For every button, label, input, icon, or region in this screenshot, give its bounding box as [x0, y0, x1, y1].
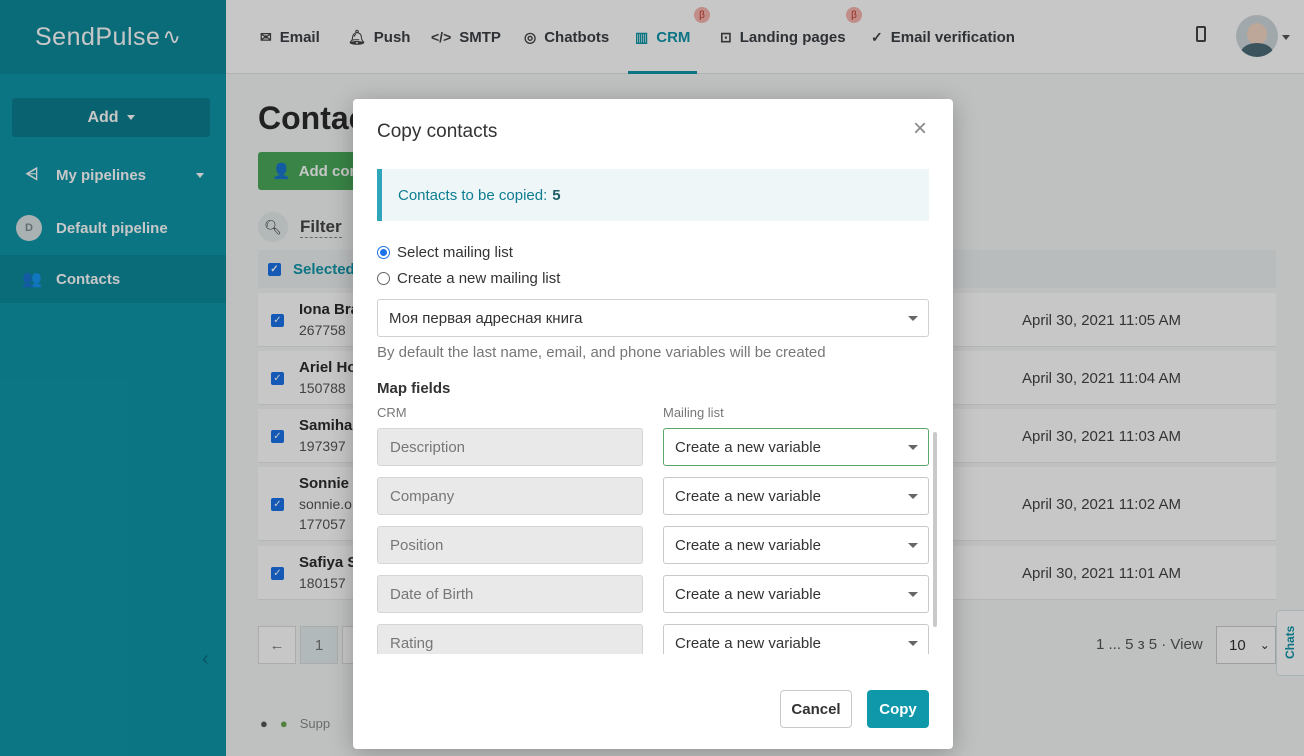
crm-field-company: Company: [377, 477, 643, 515]
contacts-count-value: 5: [552, 186, 561, 204]
mailing-list-value: Моя первая адресная книга: [389, 309, 583, 327]
mapping-value: Create a new variable: [675, 438, 821, 456]
radio-select-mailing-list[interactable]: Select mailing list: [377, 244, 513, 261]
crm-field-rating: Rating: [377, 624, 643, 654]
chevron-down-icon: [908, 543, 918, 548]
map-fields-title: Map fields: [377, 380, 451, 397]
chevron-down-icon: [908, 592, 918, 597]
mapping-value: Create a new variable: [675, 536, 821, 554]
modal-title: Copy contacts: [377, 121, 498, 142]
chevron-down-icon: [908, 641, 918, 646]
default-variables-hint: By default the last name, email, and pho…: [377, 344, 826, 361]
mapping-select-rating[interactable]: Create a new variable: [663, 624, 929, 654]
crm-column-label: CRM: [377, 405, 407, 420]
mailing-list-select[interactable]: Моя первая адресная книга: [377, 299, 929, 337]
radio-label: Create a new mailing list: [397, 270, 561, 287]
crm-field-date-of-birth: Date of Birth: [377, 575, 643, 613]
mapping-scrollbar[interactable]: [933, 432, 937, 627]
radio-create-mailing-list[interactable]: Create a new mailing list: [377, 270, 560, 287]
chevron-down-icon: [908, 445, 918, 450]
radio-button[interactable]: [377, 272, 390, 285]
mapping-select-description[interactable]: Create a new variable: [663, 428, 929, 466]
mapping-select-company[interactable]: Create a new variable: [663, 477, 929, 515]
mailing-list-column-label: Mailing list: [663, 405, 724, 420]
mapping-select-date-of-birth[interactable]: Create a new variable: [663, 575, 929, 613]
chevron-down-icon: [908, 494, 918, 499]
mapping-value: Create a new variable: [675, 634, 821, 652]
copy-contacts-modal: Copy contacts × Contacts to be copied: 5…: [353, 99, 953, 749]
close-icon[interactable]: ×: [913, 117, 927, 141]
chevron-down-icon: [908, 316, 918, 321]
radio-label: Select mailing list: [397, 244, 513, 261]
cancel-button[interactable]: Cancel: [780, 690, 852, 728]
crm-field-description: Description: [377, 428, 643, 466]
mapping-value: Create a new variable: [675, 585, 821, 603]
contacts-count-info: Contacts to be copied: 5: [377, 169, 929, 221]
contacts-count-label: Contacts to be copied:: [398, 186, 548, 204]
radio-button-checked[interactable]: [377, 246, 390, 259]
copy-button[interactable]: Copy: [867, 690, 929, 728]
field-mapping-list[interactable]: Description Create a new variable Compan…: [353, 426, 953, 654]
mapping-select-position[interactable]: Create a new variable: [663, 526, 929, 564]
mapping-value: Create a new variable: [675, 487, 821, 505]
crm-field-position: Position: [377, 526, 643, 564]
